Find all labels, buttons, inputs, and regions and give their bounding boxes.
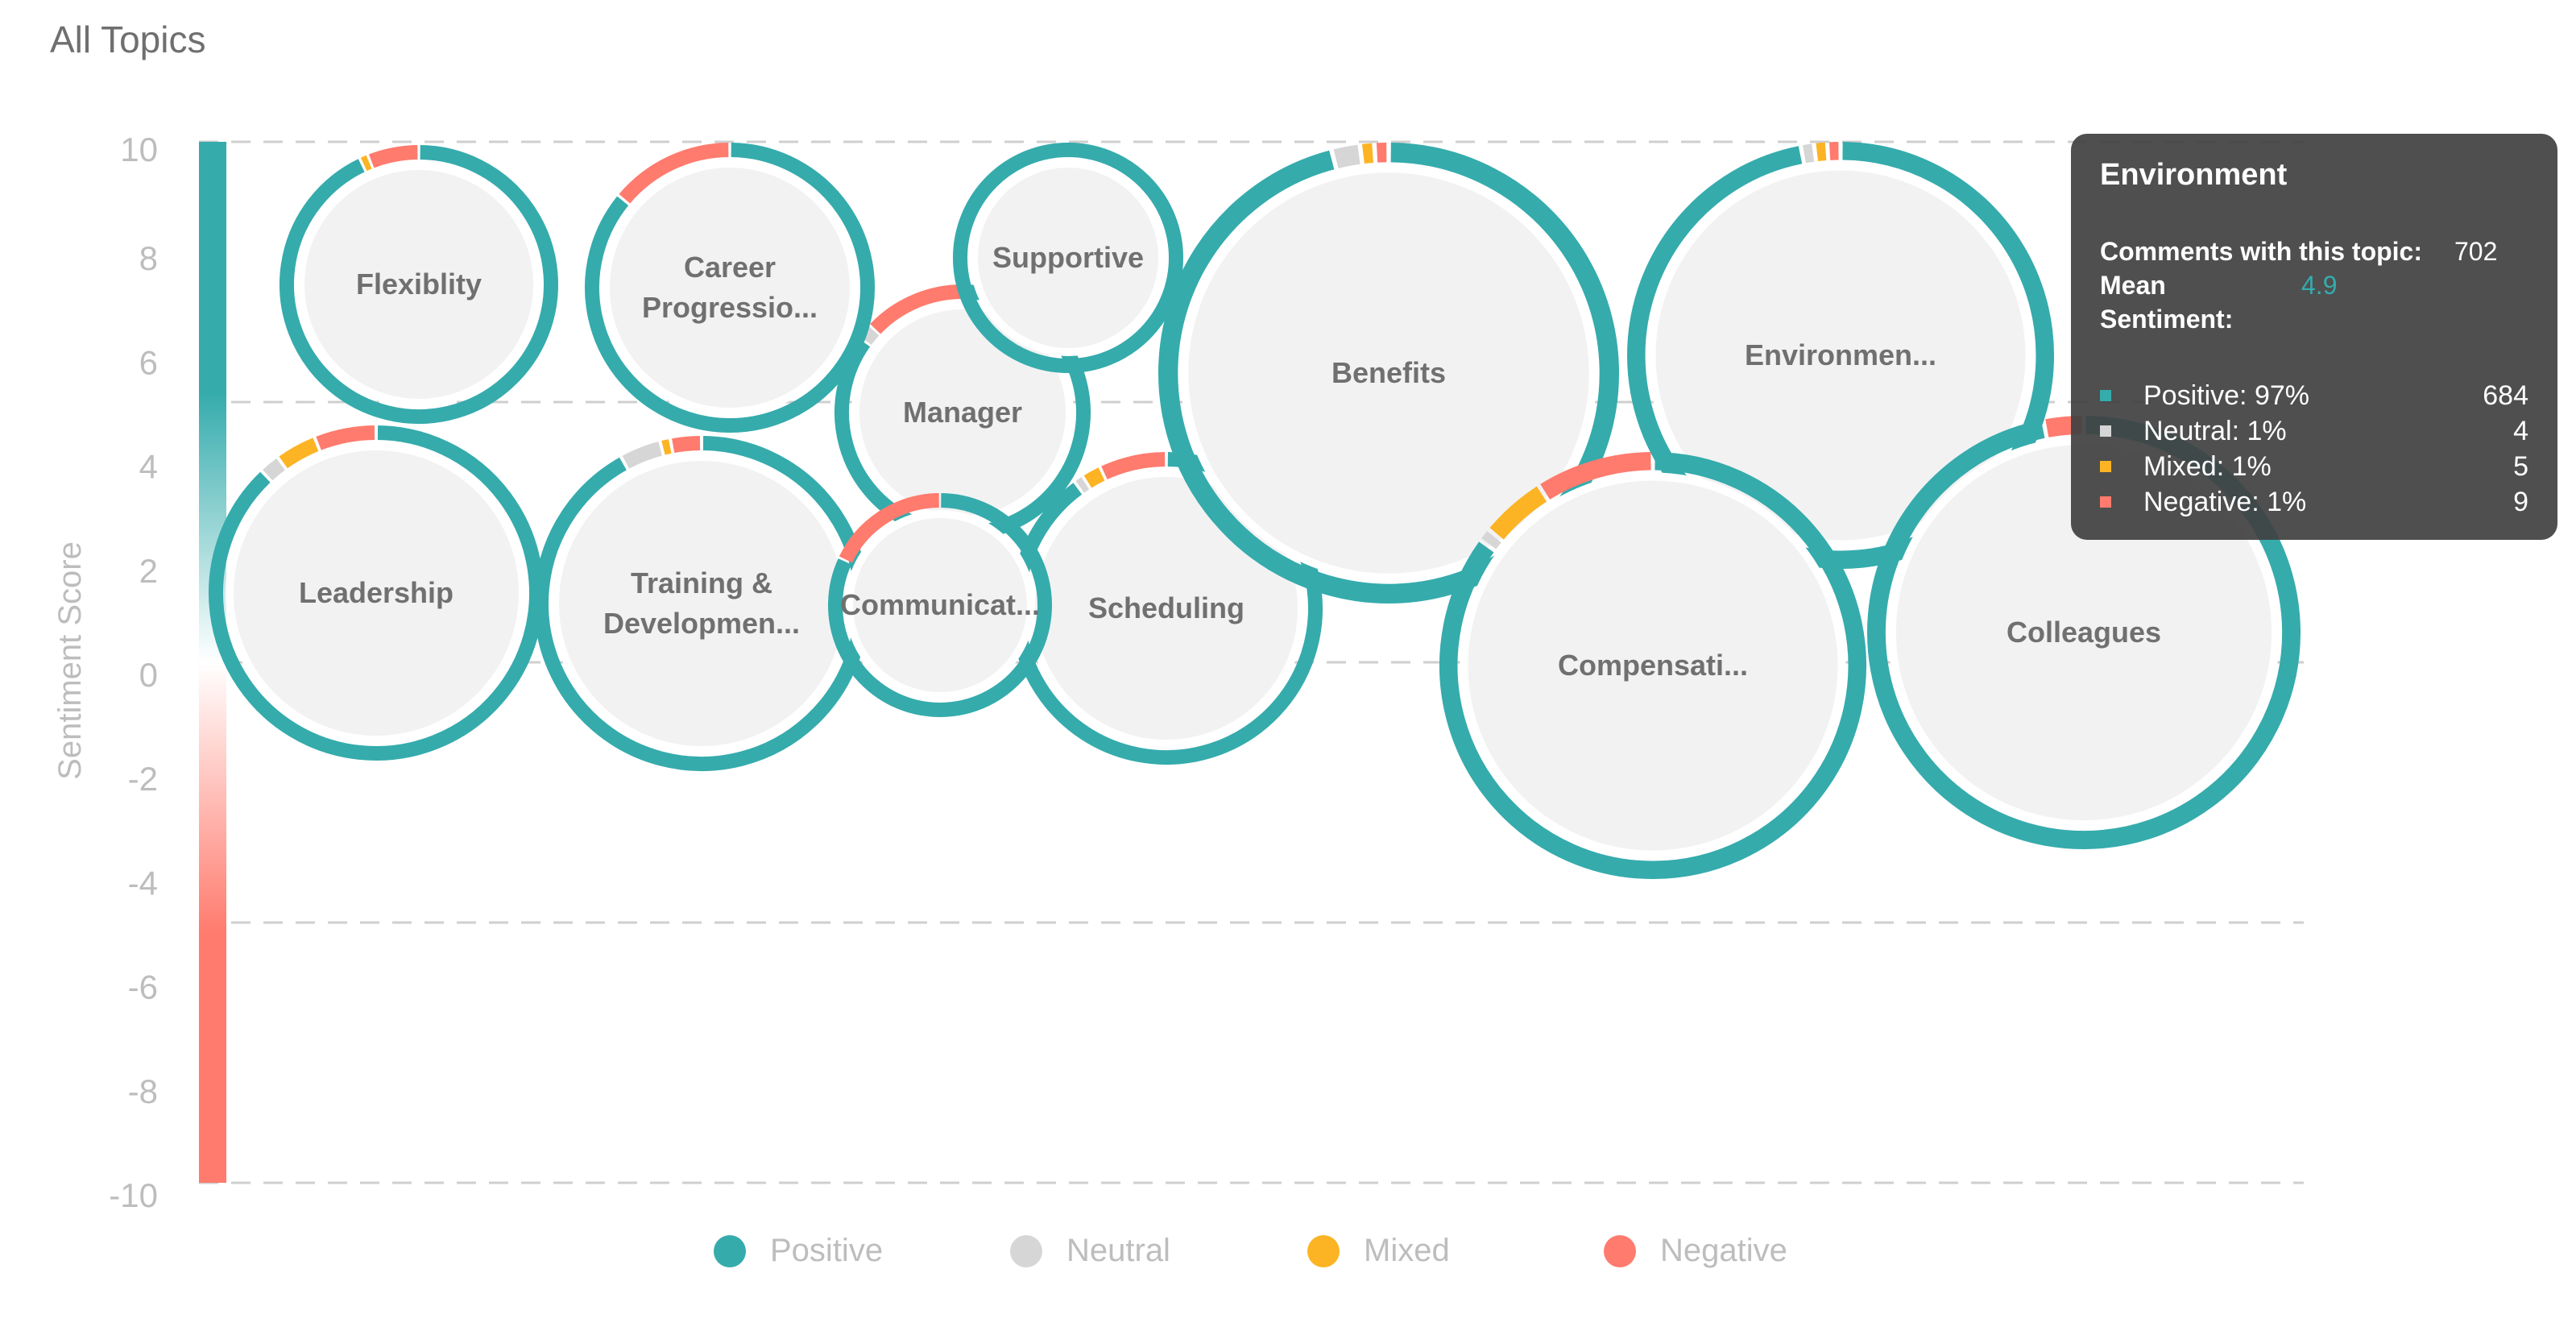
tooltip-item-count: 9 — [2513, 487, 2528, 517]
ring-segment-neutral — [1481, 531, 1501, 550]
y-tick-label: 6 — [139, 343, 158, 381]
tooltip-item-label: Mixed: 1% — [2143, 451, 2272, 482]
bubble-label: Flexiblity — [356, 268, 482, 301]
bubble-label: Manager — [903, 396, 1022, 429]
y-tick-label: 0 — [139, 656, 158, 694]
positive-dot-icon — [714, 1234, 746, 1267]
neutral-dot-icon — [1010, 1234, 1042, 1267]
bubble[interactable]: Training & Developmen... — [534, 436, 869, 771]
bubble[interactable]: Career Progressio... — [585, 143, 875, 433]
y-tick-label: 2 — [139, 552, 158, 590]
bubble-fill — [602, 160, 858, 416]
ring-segment-negative — [316, 425, 375, 450]
bubble-label: Career — [684, 251, 776, 284]
ring-segment-neutral — [263, 458, 285, 481]
legend-item-negative[interactable]: Negative — [1604, 1233, 1787, 1269]
ring-segment-neutral — [1802, 143, 1815, 164]
y-tick-label: -6 — [128, 968, 158, 1006]
y-axis-ticks: 10 8 6 4 2 0 -2 -4 -6 -8 -10 — [109, 131, 158, 1214]
neutral-swatch-icon — [2100, 425, 2111, 437]
tooltip-item-count: 4 — [2513, 416, 2528, 446]
y-tick-label: -10 — [109, 1176, 158, 1214]
bubble-label: Progressio... — [642, 291, 818, 324]
tooltip-item-mixed: Mixed: 1% 5 — [2100, 449, 2528, 484]
bubble[interactable]: Compensati... — [1439, 452, 1866, 879]
ring-segment-negative — [672, 436, 701, 454]
bubble-label: Scheduling — [1088, 591, 1245, 624]
ring-segment-mixed — [1361, 143, 1374, 164]
bubble-label: Training & — [631, 566, 772, 599]
ring-segment-neutral — [622, 442, 663, 469]
mixed-dot-icon — [1307, 1234, 1340, 1267]
bubble-label: Colleagues — [2007, 616, 2161, 649]
tooltip-item-positive: Positive: 97% 684 — [2100, 378, 2528, 413]
y-tick-label: -2 — [128, 760, 158, 798]
tooltip-item-count: 684 — [2483, 380, 2528, 411]
sentiment-color-scale — [199, 142, 226, 1183]
bubble-label: Benefits — [1331, 356, 1446, 389]
legend-label: Neutral — [1066, 1233, 1170, 1268]
tooltip-item-label: Positive: 97% — [2143, 380, 2309, 411]
y-tick-label: 8 — [139, 239, 158, 277]
chart-legend: Positive Neutral Mixed Negative — [0, 1233, 2576, 1281]
legend-item-neutral[interactable]: Neutral — [1010, 1233, 1170, 1269]
bubble-label: Leadership — [299, 576, 453, 609]
y-tick-label: 10 — [120, 131, 158, 168]
bubble[interactable]: Flexiblity — [280, 145, 558, 424]
bubble-label: Developmen... — [603, 607, 800, 640]
y-tick-label: -4 — [128, 864, 158, 902]
tooltip-item-negative: Negative: 1% 9 — [2100, 484, 2528, 520]
ring-segment-mixed — [1816, 142, 1827, 162]
y-axis-label: Sentiment Score — [52, 541, 88, 780]
tooltip-comments-value: 702 — [2454, 237, 2498, 266]
ring-segment-mixed — [360, 155, 372, 172]
topic-tooltip: Environment Comments with this topic: 70… — [2071, 134, 2557, 540]
tooltip-title: Environment — [2100, 158, 2288, 192]
tooltip-mean-label: Mean Sentiment: — [2100, 271, 2234, 334]
ring-segment-negative — [368, 145, 418, 168]
bubble-label: Compensati... — [1558, 649, 1748, 682]
ring-segment-mixed — [1083, 467, 1105, 488]
negative-dot-icon — [1604, 1234, 1636, 1267]
tooltip-item-label: Neutral: 1% — [2143, 416, 2287, 446]
tooltip-comments-label: Comments with this topic: — [2100, 237, 2422, 266]
ring-segment-mixed — [661, 439, 672, 455]
tooltip-item-label: Negative: 1% — [2143, 487, 2307, 517]
bubble[interactable]: Leadership — [209, 425, 544, 761]
mixed-swatch-icon — [2100, 461, 2111, 472]
legend-label: Mixed — [1364, 1233, 1450, 1268]
bubble[interactable]: Communicat... — [828, 493, 1052, 717]
negative-swatch-icon — [2100, 496, 2111, 508]
legend-label: Positive — [770, 1233, 884, 1268]
y-tick-label: -8 — [128, 1072, 158, 1110]
tooltip-mean-row: Mean Sentiment: 4.9 — [2100, 268, 2528, 336]
tooltip-item-neutral: Neutral: 1% 4 — [2100, 413, 2528, 449]
tooltip-mean-value: 4.9 — [2301, 271, 2338, 300]
bubbles: Manager Supportive Flexiblity Career Progres… — [209, 142, 2301, 879]
bubble-label: Communicat... — [840, 588, 1040, 621]
ring-segment-neutral — [1333, 144, 1360, 168]
positive-swatch-icon — [2100, 390, 2111, 401]
legend-label: Negative — [1660, 1233, 1787, 1268]
ring-segment-neutral — [1075, 477, 1090, 493]
bubble[interactable]: Supportive — [953, 143, 1183, 373]
tooltip-item-count: 5 — [2513, 451, 2528, 482]
bubble-label: Environmen... — [1745, 338, 1936, 371]
tooltip-comments-row: Comments with this topic: 702 — [2100, 234, 2528, 268]
legend-item-positive[interactable]: Positive — [714, 1233, 883, 1269]
legend-item-mixed[interactable]: Mixed — [1307, 1233, 1450, 1269]
tooltip-breakdown: Positive: 97% 684 Neutral: 1% 4 Mixed: 1… — [2100, 378, 2528, 520]
bubble-fill — [551, 453, 852, 754]
y-tick-label: 4 — [139, 448, 158, 486]
bubble-label: Supportive — [992, 241, 1144, 274]
